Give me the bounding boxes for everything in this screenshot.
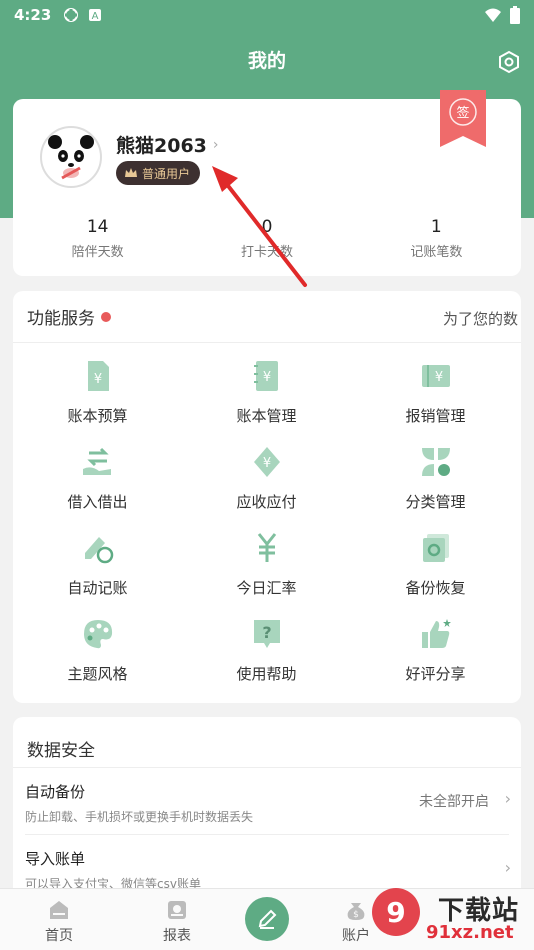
watermark-logo: 9 [372, 888, 420, 936]
stat-value: 14 [86, 217, 109, 237]
service-budget[interactable]: ¥ 账本预算 [13, 359, 182, 445]
svg-text:¥: ¥ [434, 370, 442, 385]
tab-home[interactable]: 首页 [19, 889, 99, 950]
home-icon [48, 899, 70, 921]
service-label: 使用帮助 [236, 665, 297, 683]
stat-label: 记账笔数 [410, 245, 463, 260]
service-label: 分类管理 [405, 493, 466, 511]
divider [25, 834, 509, 835]
category-icon [419, 445, 453, 479]
svg-text:¥: ¥ [93, 372, 101, 387]
ledger-manage-icon: ¥ [250, 359, 284, 393]
service-label: 今日汇率 [236, 579, 297, 597]
stat-companion-days[interactable]: 14 陪伴天数 [13, 217, 182, 260]
palette-icon [81, 617, 115, 651]
services-card: 功能服务 为了您的数 ¥ 账本预算 ¥ 账本管理 ¥ 报销管理 借入借出 ¥ 应… [13, 291, 521, 703]
pencil-icon [258, 909, 277, 929]
battery-icon [510, 6, 520, 24]
services-marquee: 为了您的数 [443, 310, 519, 328]
svg-text:A: A [92, 11, 99, 22]
service-label: 自动记账 [67, 579, 128, 597]
chevron-right-icon: › [504, 789, 511, 808]
settings-hex-icon[interactable] [497, 50, 521, 74]
site-watermark: 9 下载站 91xz.net [364, 880, 534, 950]
username[interactable]: 熊猫2063 › [116, 131, 219, 158]
stat-value: 1 [430, 217, 442, 237]
services-grid: ¥ 账本预算 ¥ 账本管理 ¥ 报销管理 借入借出 ¥ 应收应付 分类管理 自动… [13, 343, 521, 703]
profile-card: 熊猫2063 › 普通用户 签 14 陪伴天数 0 打卡天数 1 记账笔数 [13, 90, 521, 276]
report-icon [166, 899, 188, 921]
username-text: 熊猫2063 [116, 135, 207, 157]
service-receivable[interactable]: ¥ 应收应付 [182, 445, 351, 531]
divider [13, 767, 521, 768]
services-header: 功能服务 为了您的数 [13, 291, 521, 343]
crown-icon [125, 168, 137, 177]
service-auto-record[interactable]: 自动记账 [13, 531, 182, 617]
service-share[interactable]: 好评分享 [351, 617, 520, 703]
service-ledger-manage[interactable]: ¥ 账本管理 [182, 359, 351, 445]
service-label: 主题风格 [67, 665, 128, 683]
add-record-button[interactable] [245, 897, 289, 941]
service-reimburse[interactable]: ¥ 报销管理 [351, 359, 520, 445]
exchange-rate-icon [250, 531, 284, 565]
wifi-icon [485, 8, 501, 22]
chevron-right-icon: › [212, 136, 219, 153]
stat-value: 0 [261, 217, 273, 237]
tab-report[interactable]: 报表 [137, 889, 217, 950]
svg-text:¥: ¥ [262, 370, 270, 385]
svg-text:9: 9 [386, 896, 405, 929]
tab-label: 报表 [163, 928, 191, 944]
lend-borrow-icon [81, 445, 115, 479]
row-title: 导入账单 [25, 850, 86, 868]
service-label: 账本预算 [67, 407, 128, 425]
stat-label: 陪伴天数 [71, 245, 124, 260]
svg-text:¥: ¥ [262, 456, 270, 471]
red-dot-badge [101, 311, 111, 322]
stat-label: 打卡天数 [240, 245, 293, 260]
help-icon: ? [250, 617, 284, 651]
service-help[interactable]: ? 使用帮助 [182, 617, 351, 703]
service-lend-borrow[interactable]: 借入借出 [13, 445, 182, 531]
service-label: 应收应付 [236, 493, 297, 511]
status-time: 4:23 [14, 6, 52, 24]
service-label: 账本管理 [236, 407, 297, 425]
budget-book-icon: ¥ [81, 359, 115, 393]
service-theme[interactable]: 主题风格 [13, 617, 182, 703]
row-auto-backup[interactable]: 自动备份 防止卸载、手机损坏或更换手机时数据丢失 未全部开启 › [25, 781, 511, 825]
receivable-icon: ¥ [250, 445, 284, 479]
service-backup-restore[interactable]: 备份恢复 [351, 531, 520, 617]
row-value: 未全部开启 [419, 794, 489, 810]
app-notification-icon [63, 7, 79, 23]
svg-text:$: $ [353, 910, 359, 920]
svg-text:?: ? [262, 623, 271, 642]
status-bar: 4:23 A [0, 0, 534, 30]
thumbs-up-icon [419, 617, 453, 651]
services-title: 功能服务 [27, 309, 95, 329]
a-app-icon: A [87, 7, 103, 23]
service-label: 借入借出 [67, 493, 128, 511]
service-exchange-rate[interactable]: 今日汇率 [182, 531, 351, 617]
chevron-right-icon: › [504, 858, 511, 877]
watermark-url: 91xz.net [426, 922, 514, 943]
backup-restore-icon [419, 531, 453, 565]
badge-label: 普通用户 [142, 166, 191, 181]
sign-in-ribbon[interactable]: 签 [440, 90, 486, 147]
service-label: 好评分享 [405, 665, 466, 683]
reimburse-icon: ¥ [419, 359, 453, 393]
stat-record-count[interactable]: 1 记账笔数 [352, 217, 521, 260]
membership-badge[interactable]: 普通用户 [116, 161, 201, 185]
stat-checkin-days[interactable]: 0 打卡天数 [182, 217, 351, 260]
stats-row: 14 陪伴天数 0 打卡天数 1 记账笔数 [13, 217, 521, 260]
service-label: 备份恢复 [405, 579, 466, 597]
service-category[interactable]: 分类管理 [351, 445, 520, 531]
avatar[interactable] [40, 126, 102, 188]
tab-label: 首页 [45, 928, 73, 944]
page-title: 我的 [247, 50, 286, 72]
auto-record-icon [81, 531, 115, 565]
ribbon-char: 签 [456, 105, 469, 121]
service-label: 报销管理 [405, 407, 466, 425]
data-security-title: 数据安全 [27, 741, 95, 761]
